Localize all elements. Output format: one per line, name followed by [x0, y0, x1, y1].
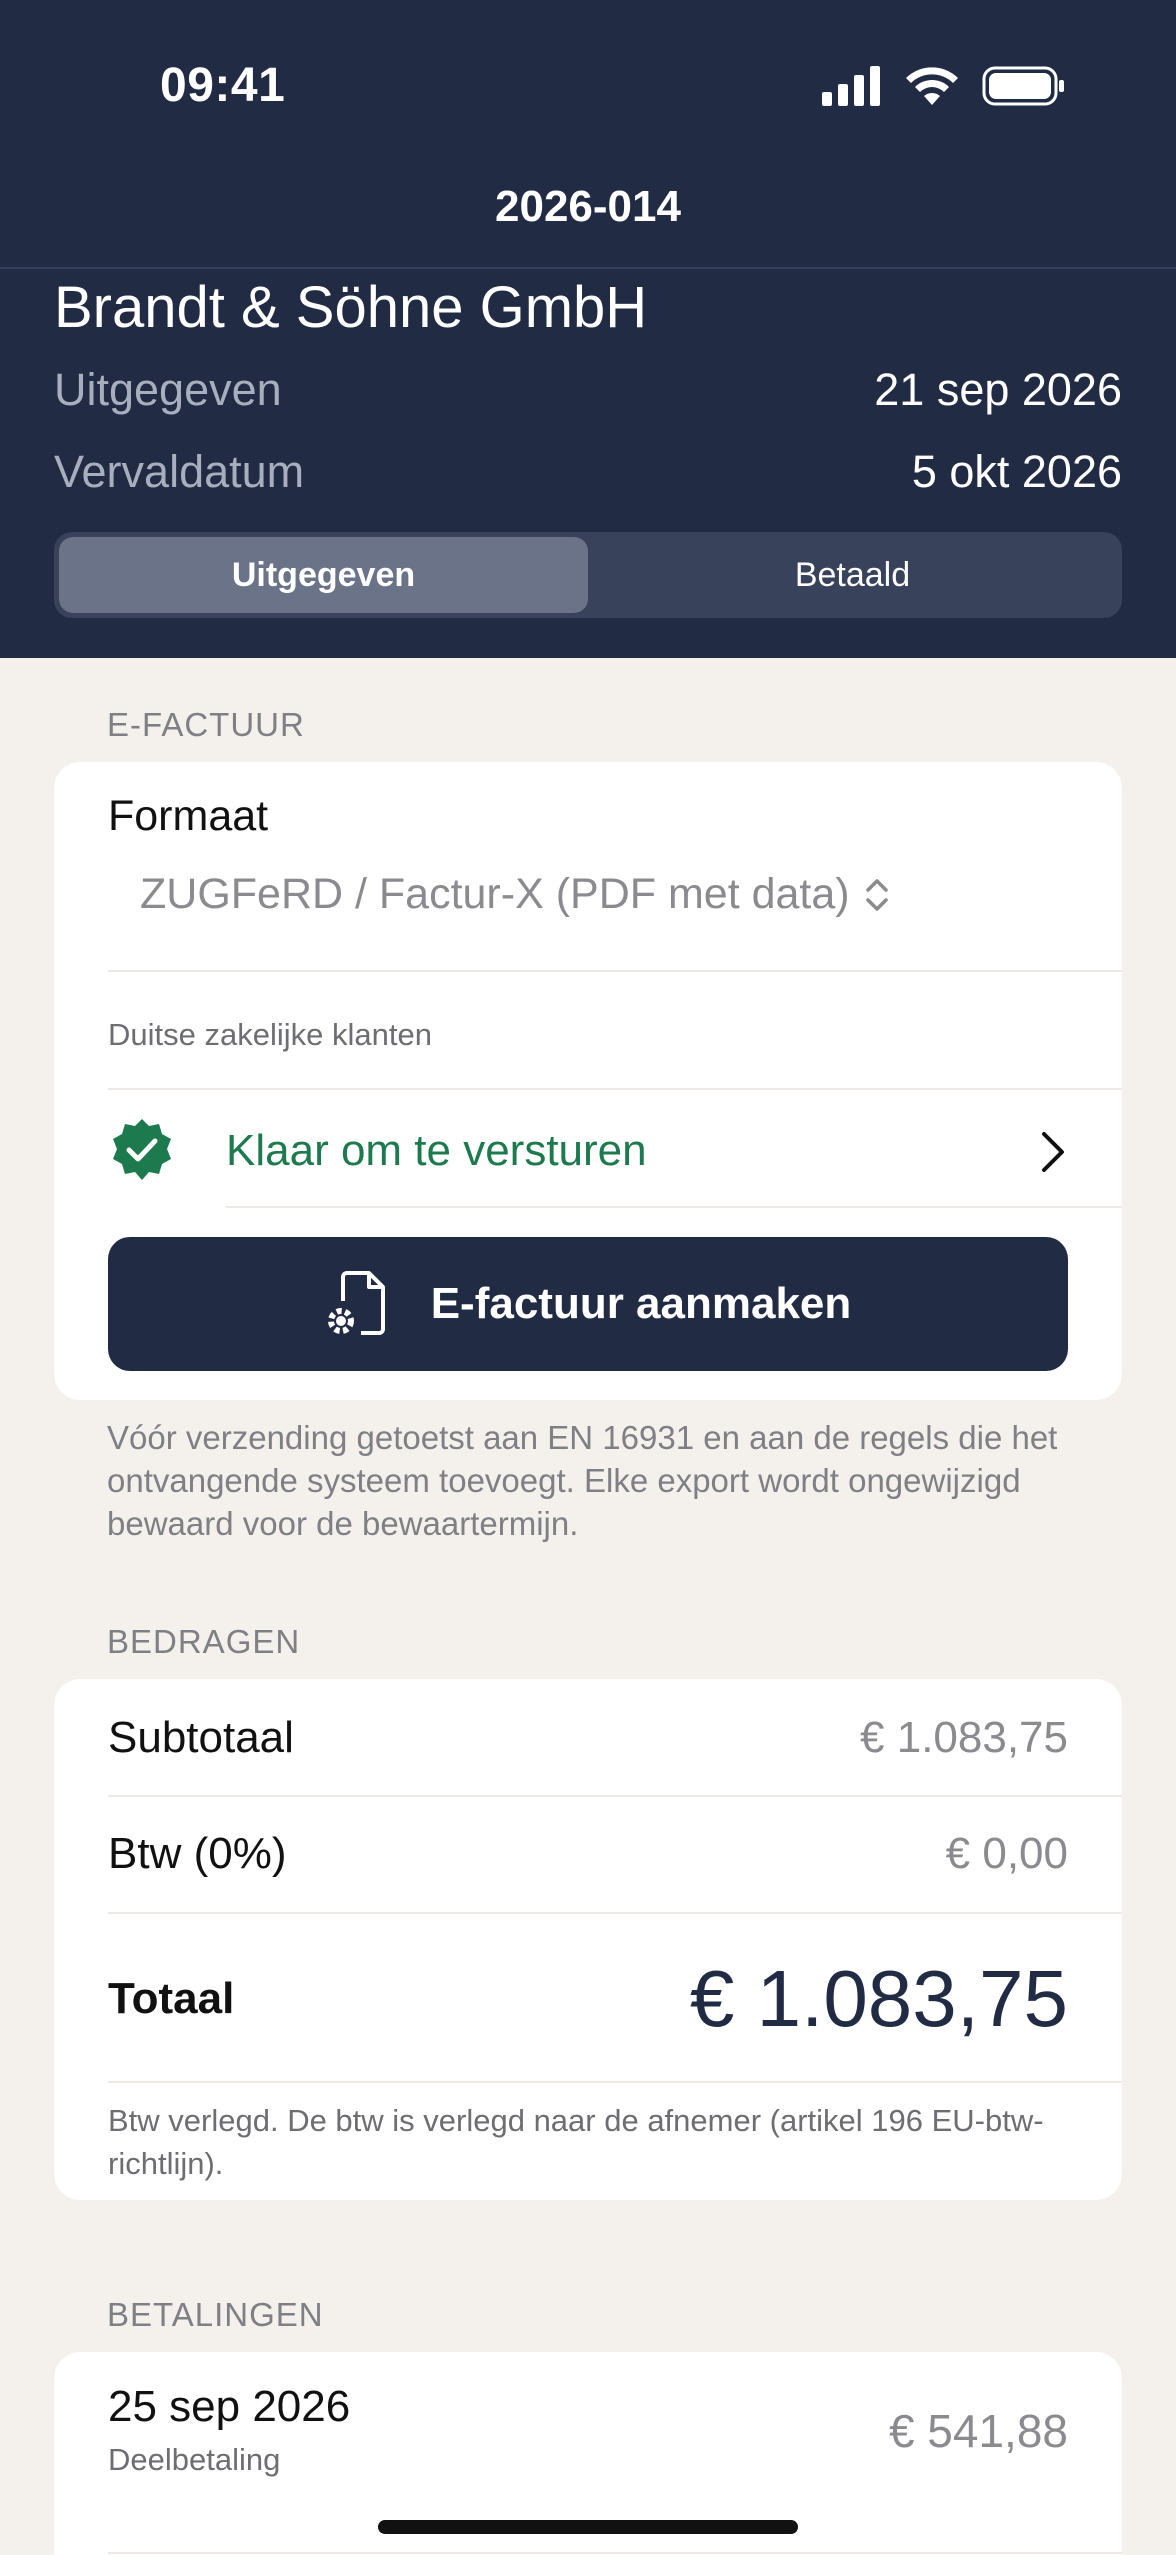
invoice-number-title: 2026-014	[495, 182, 681, 231]
segment-paid[interactable]: Betaald	[588, 537, 1117, 613]
divider	[226, 1206, 1122, 1208]
document-gear-icon	[327, 1271, 385, 1335]
issued-row: Uitgegeven 21 sep 2026	[54, 364, 1122, 416]
payment-date: 25 sep 2026	[108, 2382, 351, 2431]
total-label: Totaal	[108, 1974, 235, 2023]
wifi-icon	[906, 67, 958, 105]
amounts-card: Subtotaal € 1.083,75 Btw (0%) € 0,00 Tot…	[54, 1679, 1122, 2200]
battery-icon	[982, 66, 1064, 106]
due-date: 5 okt 2026	[911, 446, 1122, 497]
divider	[108, 1795, 1122, 1797]
efactuur-section-label: E-FACTUUR	[107, 706, 305, 743]
total-value: € 1.083,75	[689, 1954, 1068, 2043]
chevron-right-icon	[1042, 1132, 1064, 1172]
nav-divider	[0, 267, 1176, 269]
amounts-section-label: BEDRAGEN	[107, 1623, 301, 1660]
format-value: ZUGFeRD / Factur-X (PDF met data)	[140, 870, 850, 918]
validation-footnote: Vóór verzending getoetst aan EN 16931 en…	[107, 1419, 1058, 1542]
due-row: Vervaldatum 5 okt 2026	[54, 446, 1122, 498]
efactuur-card: Formaat ZUGFeRD / Factur-X (PDF met data…	[54, 762, 1122, 1400]
format-label: Formaat	[108, 792, 269, 840]
subtotal-label: Subtotaal	[108, 1713, 294, 1762]
reverse-charge-note: Btw verlegd. De btw is verlegd naar de a…	[108, 2103, 1044, 2181]
audience-note: Duitse zakelijke klanten	[108, 1017, 432, 1052]
divider	[108, 1912, 1122, 1914]
segment-issued[interactable]: Uitgegeven	[59, 537, 588, 613]
divider	[108, 2081, 1122, 2083]
cellular-signal-icon	[822, 66, 880, 106]
create-efactuur-button[interactable]: E-factuur aanmaken	[108, 1237, 1068, 1371]
vat-label: Btw (0%)	[108, 1829, 287, 1878]
status-icons	[822, 64, 1066, 108]
checkmark-seal-icon	[113, 1119, 171, 1180]
payment-amount: € 541,88	[888, 2405, 1068, 2457]
validation-status-row[interactable]: Klaar om te versturen	[54, 1092, 1122, 1210]
invoice-header: 09:41 2026-014 Brandt & Söhne GmbH Uitge…	[0, 0, 1176, 658]
vat-value: € 0,00	[945, 1829, 1068, 1878]
status-segmented-control: Uitgegeven Betaald	[54, 532, 1122, 618]
divider	[108, 1088, 1122, 1090]
validation-status-text: Klaar om te versturen	[226, 1126, 647, 1175]
home-indicator	[378, 2520, 798, 2534]
divider	[108, 2552, 1122, 2554]
due-label: Vervaldatum	[54, 446, 305, 497]
subtotal-row: Subtotaal € 1.083,75	[108, 1709, 1068, 1767]
issued-date: 21 sep 2026	[874, 364, 1122, 415]
divider	[108, 970, 1122, 972]
format-picker[interactable]: ZUGFeRD / Factur-X (PDF met data)	[140, 870, 890, 919]
create-efactuur-label: E-factuur aanmaken	[430, 1279, 852, 1328]
chevron-up-down-icon	[865, 878, 888, 911]
client-name: Brandt & Söhne GmbH	[54, 275, 648, 340]
subtotal-value: € 1.083,75	[860, 1713, 1068, 1762]
issued-label: Uitgegeven	[54, 364, 282, 415]
vat-row: Btw (0%) € 0,00	[108, 1825, 1068, 1883]
total-row: Totaal € 1.083,75	[108, 1929, 1068, 2069]
payment-type: Deelbetaling	[108, 2442, 281, 2477]
status-time: 09:41	[160, 59, 286, 112]
payments-section-label: BETALINGEN	[107, 2296, 324, 2333]
